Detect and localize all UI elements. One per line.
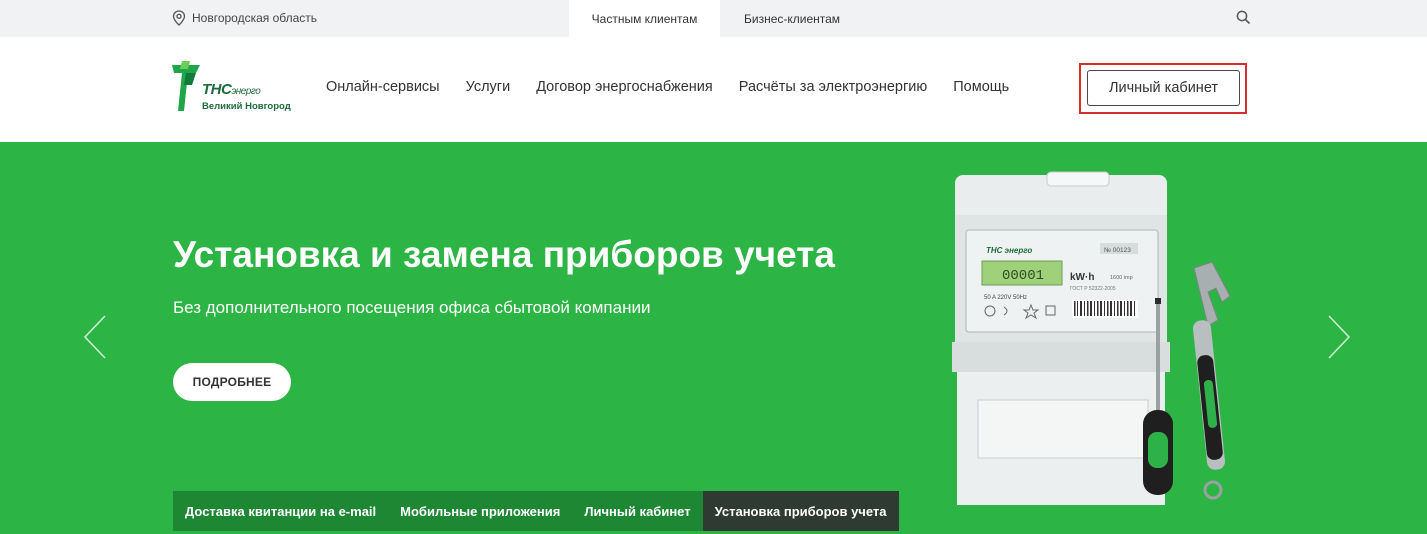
meter-imp: 1600 imp <box>1110 275 1133 281</box>
slide-tab-personal-cabinet[interactable]: Личный кабинет <box>572 491 703 531</box>
slide-tabs: Доставка квитанции на e-mail Мобильные п… <box>173 491 899 531</box>
nav-item-contract[interactable]: Договор энергоснабжения <box>536 79 713 95</box>
region-selector[interactable]: Новгородская область <box>172 10 317 26</box>
location-pin-icon <box>172 10 186 26</box>
nav-item-help[interactable]: Помощь <box>953 79 1009 95</box>
slider-next-arrow-icon[interactable] <box>1326 314 1352 360</box>
header: ТНСэнерго Великий Новгород Онлайн-сервис… <box>0 37 1427 142</box>
wrench-icon <box>1193 261 1231 500</box>
meter-specs: 50 A 220V 50Hz <box>984 295 1027 301</box>
personal-cabinet-button[interactable]: Личный кабинет <box>1087 70 1240 106</box>
nav-item-payments[interactable]: Расчёты за электроэнергию <box>739 79 927 95</box>
slider-prev-arrow-icon[interactable] <box>82 314 108 360</box>
electricity-meter-illustration: ТНС энерго № 00123 00001 kW·h 1600 imp Г… <box>952 171 1231 505</box>
meter-gost: ГОСТ Р 52322-2005 <box>1070 286 1116 292</box>
hero-subtitle: Без дополнительного посещения офиса сбыт… <box>173 298 651 317</box>
more-button[interactable]: ПОДРОБНЕЕ <box>173 363 291 401</box>
meter-unit: kW·h <box>1070 272 1094 283</box>
tab-business-clients[interactable]: Бизнес-клиентам <box>744 0 840 37</box>
meter-serial: № 00123 <box>1104 247 1131 254</box>
main-nav: Онлайн-сервисы Услуги Договор энергоснаб… <box>326 79 1035 95</box>
logo-brand: ТНСэнерго <box>202 81 261 98</box>
nav-item-online-services[interactable]: Онлайн-сервисы <box>326 79 440 95</box>
slide-tab-mobile-apps[interactable]: Мобильные приложения <box>388 491 573 531</box>
top-bar: Новгородская область Частным клиентам Би… <box>0 0 1427 37</box>
meter-display: 00001 <box>1002 268 1044 284</box>
logo-mark-icon <box>172 61 200 111</box>
slide-tab-meter-installation[interactable]: Установка приборов учета <box>702 491 899 531</box>
hero-title: Установка и замена приборов учета <box>173 234 835 275</box>
logo-city: Великий Новгород <box>202 101 291 112</box>
region-label: Новгородская область <box>192 11 318 25</box>
meter-barcode <box>1072 300 1138 318</box>
hero-slider: Установка и замена приборов учета Без до… <box>0 142 1427 534</box>
tab-private-clients[interactable]: Частным клиентам <box>569 0 720 37</box>
slide-tab-email-receipt[interactable]: Доставка квитанции на e-mail <box>173 491 389 531</box>
logo[interactable]: ТНСэнерго Великий Новгород <box>172 61 292 117</box>
nav-item-services[interactable]: Услуги <box>466 79 511 95</box>
search-icon[interactable] <box>1236 10 1251 25</box>
meter-brand: ТНС энерго <box>986 246 1032 255</box>
